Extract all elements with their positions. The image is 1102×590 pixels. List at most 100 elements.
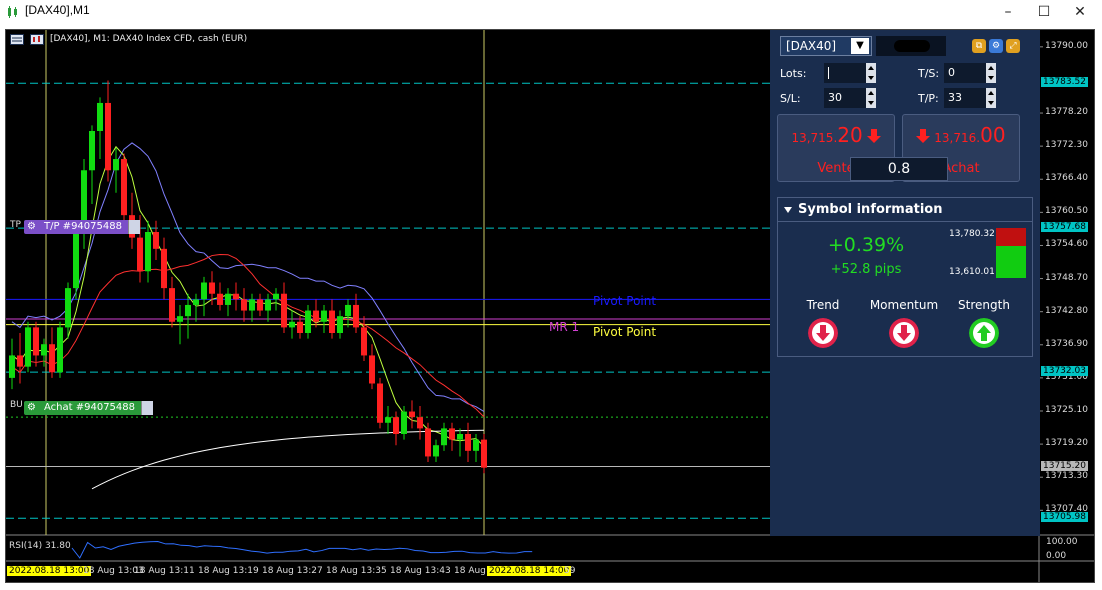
candle-body: [401, 411, 407, 434]
candle-body: [65, 288, 71, 328]
trend-label: Trend: [806, 298, 840, 312]
close-button[interactable]: ✕: [1062, 0, 1098, 24]
tp-label: T/P:: [918, 92, 939, 105]
strength-up-icon: [969, 318, 999, 348]
candle-body: [465, 434, 471, 451]
tp-input[interactable]: 33: [944, 88, 986, 108]
ts-input[interactable]: 0: [944, 63, 986, 83]
expand-icon[interactable]: ⤢: [1006, 39, 1020, 53]
symbol-select[interactable]: [DAX40] ▼: [780, 36, 872, 56]
candle-body: [89, 131, 95, 171]
chart-area[interactable]: [DAX40], M1: DAX40 Index CFD, cash (EUR)…: [5, 29, 1095, 583]
symbol-info-title: Symbol information: [798, 202, 943, 217]
tag-handle[interactable]: [127, 220, 140, 234]
arrow-down-icon: [866, 129, 881, 143]
text-cursor: [828, 67, 829, 79]
buy-order-tag[interactable]: ⚙ Achat #94075488: [24, 401, 154, 415]
candle-body: [281, 293, 287, 328]
chart-mode-icon[interactable]: [30, 34, 44, 45]
ts-value: 0: [948, 66, 955, 79]
candle-body: [33, 327, 39, 356]
title-bar: [DAX40],M1 – ☐ ✕: [0, 0, 1102, 24]
change-pips: +52.8 pips: [830, 262, 902, 277]
x-label: 59: [564, 566, 576, 576]
candle-body: [313, 310, 319, 322]
ts-stepper[interactable]: [986, 63, 996, 83]
x-label: 2022.08.18 14:00: [487, 566, 572, 576]
tp-value: 33: [948, 91, 962, 104]
buy-price: 13,716.00: [903, 123, 1019, 147]
candle-body: [49, 344, 55, 373]
candle-body: [209, 282, 215, 294]
symbol-select-value: [DAX40]: [786, 39, 837, 53]
buy-price-small: 13,716.: [934, 131, 981, 145]
trend-down-icon: [808, 318, 838, 348]
candle-body: [337, 316, 343, 333]
candle-body: [345, 304, 351, 317]
tp-prefix: TP: [10, 220, 21, 230]
maximize-button[interactable]: ☐: [1026, 0, 1062, 24]
x-label: 18 Aug 13:43: [390, 566, 451, 576]
candle-body: [41, 344, 47, 356]
tp-order-tag[interactable]: ⚙ T/P #94075488: [24, 220, 140, 234]
redacted-mark: [894, 40, 930, 52]
candle-body: [449, 428, 455, 440]
lots-stepper[interactable]: [866, 63, 876, 83]
candle-body: [73, 226, 79, 289]
buy-prefix: BU: [10, 400, 23, 410]
y-tick-label: 13790.00: [1045, 40, 1088, 51]
gear-icon[interactable]: ⚙: [27, 402, 39, 414]
ts-label: T/S:: [918, 67, 940, 80]
y-tick-label: 13760.50: [1045, 206, 1088, 217]
y-tick-label: 13778.20: [1045, 107, 1088, 118]
x-label-start: 2022.08.18 13:00: [7, 566, 92, 576]
sl-input[interactable]: 30: [824, 88, 866, 108]
range-bar-red: [996, 228, 1026, 246]
x-label: 2022.08.18 13:00: [7, 566, 92, 576]
candle-body: [393, 417, 399, 434]
candle-body: [369, 355, 375, 384]
candle-body: [225, 293, 231, 305]
candle-body: [57, 327, 63, 373]
chevron-down-icon[interactable]: ▼: [851, 38, 869, 54]
x-label: 18 Aug 13:11: [134, 566, 195, 576]
y-price-highlight: 13705.98: [1041, 512, 1088, 523]
volume-input[interactable]: 0.8: [850, 157, 948, 181]
candle-body: [433, 445, 439, 457]
x-label-cursor: 2022.08.18 14:00: [487, 566, 572, 576]
minimize-button[interactable]: –: [990, 0, 1026, 24]
chart-candles-icon: [8, 6, 17, 18]
candle-body: [417, 417, 423, 429]
candle-body: [297, 321, 303, 333]
candle-body: [137, 237, 143, 272]
symbol-info-header[interactable]: Symbol information: [778, 198, 1032, 222]
lots-input[interactable]: [824, 63, 866, 83]
candle-body: [329, 310, 335, 333]
sl-stepper[interactable]: [866, 88, 876, 108]
mr1-label: MR 1: [549, 320, 580, 334]
candle-body: [289, 321, 295, 328]
range-low: 13,610.01: [949, 267, 995, 277]
buy-price-big: 00: [980, 123, 1006, 147]
collapse-icon[interactable]: [784, 207, 792, 213]
sell-price-big: 20: [837, 123, 863, 147]
rsi-line: [71, 540, 533, 559]
x-label: 18 Aug 13:35: [326, 566, 387, 576]
candle-body: [457, 434, 463, 440]
candle-body: [161, 248, 167, 289]
candle-body: [185, 304, 191, 317]
gear-icon[interactable]: ⚙: [27, 221, 39, 233]
tp-stepper[interactable]: [986, 88, 996, 108]
y-tick-label: 13713.30: [1045, 471, 1088, 482]
slow-ma-line: [11, 253, 485, 418]
copy-icon[interactable]: ⧉: [972, 39, 986, 53]
range-high: 13,780.32: [949, 229, 995, 239]
candle-body: [353, 304, 359, 328]
tag-handle[interactable]: [141, 401, 154, 415]
candle-body: [249, 299, 255, 311]
candle-body: [273, 293, 279, 300]
one-click-trading-icon[interactable]: [10, 34, 24, 45]
candle-body: [105, 102, 111, 171]
candle-body: [321, 310, 327, 322]
settings-icon[interactable]: ⚙: [989, 39, 1003, 53]
